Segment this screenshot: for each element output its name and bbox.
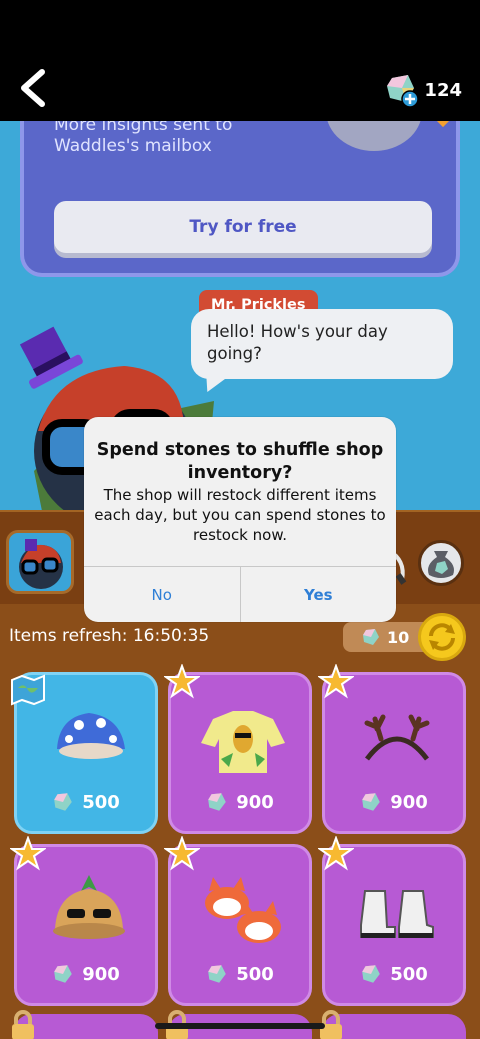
shuffle-confirm-dialog: Spend stones to shuffle shop inventory? … [84, 417, 396, 622]
shuffle-button[interactable] [418, 613, 466, 661]
stone-icon [362, 793, 381, 811]
penguin-illustration [327, 121, 451, 151]
stone-icon [54, 965, 73, 983]
pineapple-hat-icon [53, 875, 125, 939]
dialog-title: Spend stones to shuffle shop inventory? [96, 440, 384, 483]
stone-icon [363, 629, 379, 645]
antlers-icon [364, 714, 430, 761]
stone-icon [208, 793, 227, 811]
stone-bag-icon [428, 551, 454, 578]
map-icon [11, 674, 45, 706]
promo-card: More insights sent to Waddles's mailbox … [20, 121, 460, 277]
white-boots-icon [360, 890, 434, 938]
top-bar: 124 [0, 0, 480, 121]
item-price: 500 [171, 963, 309, 985]
try-for-free-button[interactable]: Try for free [54, 201, 432, 253]
star-icon [10, 836, 46, 871]
no-button[interactable]: No [84, 567, 241, 622]
refresh-icon [429, 623, 455, 651]
item-price: 500 [325, 963, 463, 985]
chevron-left-icon[interactable] [14, 66, 54, 110]
star-icon [164, 836, 200, 871]
items-refresh-timer: Items refresh: 16:50:35 [9, 626, 210, 646]
fox-slippers-icon [205, 877, 281, 943]
stone-balance[interactable]: 124 [384, 72, 462, 108]
item-price: 500 [17, 791, 155, 813]
dialog-buttons: No Yes [84, 566, 396, 622]
stone-icon [362, 965, 381, 983]
item-price-value: 500 [82, 791, 120, 813]
item-price-value: 900 [82, 963, 120, 985]
item-price-value: 500 [390, 963, 428, 985]
stone-count: 124 [424, 79, 462, 101]
item-price-value: 500 [236, 963, 274, 985]
mushroom-hat-icon [57, 713, 125, 759]
promo-line-1: More insights sent to [54, 121, 233, 135]
fruit-sweater-icon [201, 711, 285, 773]
item-price-value: 900 [236, 791, 274, 813]
stone-bag-button[interactable] [418, 540, 464, 586]
star-icon [164, 664, 200, 699]
dialog-message: The shop will restock different items ea… [94, 486, 386, 544]
item-price-value: 900 [390, 791, 428, 813]
item-price: 900 [325, 791, 463, 813]
shuffle-cost-value: 10 [387, 627, 410, 647]
speech-text: Hello! How's your day going? [207, 322, 388, 363]
lock-icon [12, 1010, 34, 1039]
star-icon [318, 664, 354, 699]
player-avatar[interactable] [6, 530, 74, 594]
yes-button[interactable]: Yes [241, 567, 397, 622]
promo-line-2: Waddles's mailbox [54, 136, 212, 156]
stone-icon [387, 75, 420, 108]
stone-icon [208, 965, 227, 983]
star-icon [318, 836, 354, 871]
item-price: 900 [171, 791, 309, 813]
speech-bubble: Hello! How's your day going? [191, 309, 453, 379]
home-indicator[interactable] [155, 1023, 325, 1029]
avatar-icon [19, 539, 63, 589]
item-price: 900 [17, 963, 155, 985]
stone-icon [54, 793, 73, 811]
